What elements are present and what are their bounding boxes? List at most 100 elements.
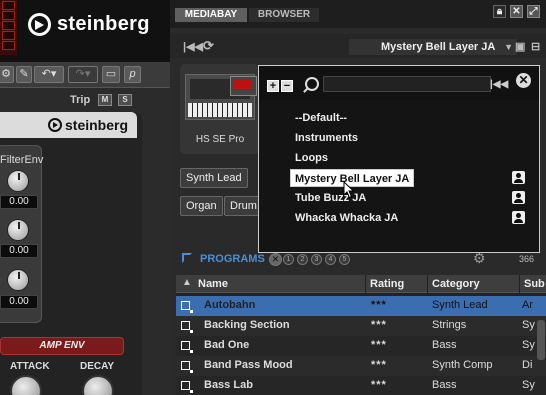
previous-icon[interactable]: |◀◀	[490, 79, 508, 90]
row-sub: Sy	[522, 339, 535, 351]
redo-button[interactable]: ↷▾	[68, 66, 98, 83]
row-category: Bass	[432, 379, 457, 391]
steinberg-logo: steinberg	[28, 13, 150, 36]
filter-env-knob-2[interactable]	[7, 219, 29, 241]
preset-name-text: Mystery Bell Layer JA	[381, 41, 496, 53]
row-sub: Sy	[522, 379, 535, 391]
row-sub: Ar	[522, 299, 533, 311]
page-1-button[interactable]: 1	[283, 254, 294, 265]
tab-browser[interactable]: BROWSER	[249, 8, 319, 22]
row-name: Bad One	[204, 339, 250, 351]
level-meter	[0, 0, 17, 55]
table-scrollbar[interactable]	[537, 320, 545, 360]
page-4-button[interactable]: 4	[325, 254, 336, 265]
row-rating: ***	[371, 359, 387, 371]
undo-button[interactable]: ↶▾	[34, 66, 64, 83]
instrument-steinberg-logo: steinberg	[48, 117, 128, 133]
instrument-brand-label: steinberg	[65, 117, 129, 133]
program-icon	[181, 301, 193, 313]
remove-folder-button[interactable]: −	[281, 80, 293, 92]
thumbnail-label: HS SE Pro	[195, 134, 245, 145]
mute-button[interactable]: M	[98, 94, 112, 106]
filter-env-knob-1[interactable]	[7, 170, 29, 192]
table-row[interactable]: Autobahn *** Synth Lead Ar	[176, 296, 546, 316]
row-name: Bass Lab	[204, 379, 253, 391]
search-icon[interactable]	[305, 77, 319, 91]
filter-env-value-3[interactable]: 0.00	[0, 295, 38, 309]
list-item[interactable]: Whacka Whacka JA	[294, 209, 398, 227]
column-sub[interactable]: Sub	[520, 275, 546, 293]
filter-env-value-1[interactable]: 0.00	[0, 195, 38, 209]
user-icon	[512, 171, 525, 184]
program-icon	[181, 361, 193, 373]
row-name: Band Pass Mood	[204, 359, 293, 371]
window-icon[interactable]: ▭	[102, 66, 120, 83]
secondary-instrument-thumbnail[interactable]	[230, 76, 257, 96]
list-item[interactable]: --Default--	[294, 109, 347, 127]
row-sub: Di	[522, 359, 533, 371]
trip-label: Trip	[70, 94, 91, 106]
tab-mediabay[interactable]: MEDIABAY	[175, 8, 247, 22]
tag-drum-button[interactable]: Drum	[224, 196, 260, 216]
column-category[interactable]: Category	[428, 275, 520, 293]
amp-env-label: AMP ENV	[0, 337, 124, 355]
list-item[interactable]: Loops	[294, 149, 328, 167]
tag-synth-lead-button[interactable]: Synth Lead	[180, 168, 248, 188]
save-icon[interactable]: ▣	[515, 40, 525, 53]
row-rating: ***	[371, 319, 387, 331]
row-category: Strings	[432, 319, 467, 331]
filter-env-label: FilterEnv	[0, 154, 44, 166]
filter-env-value-2[interactable]: 0.00	[0, 244, 38, 258]
trip-row: Trip M S	[0, 90, 170, 110]
page-3-button[interactable]: 3	[311, 254, 322, 265]
instrument-rack-panel: steinberg ⚙ ✎ ↶▾ ↷▾ ▭ p Trip M S steinbe…	[0, 0, 170, 395]
page-2-button[interactable]: 2	[297, 254, 308, 265]
brand-label: steinberg	[57, 13, 150, 35]
page-5-button[interactable]: 5	[339, 254, 350, 265]
preset-name-field[interactable]: Mystery Bell Layer JA ▼	[349, 39, 517, 55]
restore-icon[interactable]: ⤢	[527, 5, 540, 18]
table-row[interactable]: Bass Lab *** Bass Sy	[176, 376, 546, 395]
previous-preset-icon[interactable]: |◀◀	[183, 40, 203, 53]
instrument-header: steinberg	[0, 112, 137, 138]
decay-label: DECAY	[80, 361, 115, 372]
lock-icon[interactable]: 🔒︎	[493, 5, 506, 18]
row-category: Synth Lead	[432, 299, 488, 311]
user-icon	[512, 211, 525, 224]
column-name[interactable]: Name	[176, 275, 366, 293]
add-folder-button[interactable]: +	[267, 80, 279, 92]
solo-button[interactable]: S	[118, 94, 132, 106]
program-icon	[181, 321, 193, 333]
preset-folder-popup: + − |◀◀ ✕ --Default-- Instruments Loops …	[258, 65, 540, 253]
programs-icon	[182, 253, 192, 263]
list-item[interactable]: Instruments	[294, 129, 358, 147]
attack-label: ATTACK	[10, 361, 50, 372]
column-rating[interactable]: Rating	[366, 275, 428, 293]
close-icon[interactable]: ✕	[516, 73, 531, 88]
row-category: Bass	[432, 339, 457, 351]
table-row[interactable]: Band Pass Mood *** Synth Comp Di	[176, 356, 546, 376]
delete-icon[interactable]: ⊟	[531, 40, 540, 53]
sort-triangle-icon: ▲	[182, 277, 192, 288]
rack-toolbar: ⚙ ✎ ↶▾ ↷▾ ▭ p	[0, 62, 170, 88]
row-sub: Sy	[522, 319, 535, 331]
rack-menu-button[interactable]: ⚙	[0, 66, 14, 83]
table-row[interactable]: Bad One *** Bass Sy	[176, 336, 546, 356]
list-item[interactable]: Tube Buzz JA	[294, 189, 366, 207]
filter-env-knob-3[interactable]	[7, 269, 29, 291]
row-rating: ***	[371, 299, 387, 311]
programs-title: PROGRAMS	[200, 253, 265, 265]
search-input[interactable]	[323, 76, 491, 92]
p-button[interactable]: p	[124, 66, 141, 83]
mediabay-tabs: MEDIABAY BROWSER 🔒︎ ✕ ⤢	[170, 0, 546, 28]
popup-list: --Default-- Instruments Loops Mystery Be…	[259, 100, 539, 252]
reload-icon[interactable]: ⟳	[203, 38, 214, 54]
tag-organ-button[interactable]: Organ	[180, 196, 223, 216]
close-icon[interactable]: ✕	[510, 5, 523, 18]
edit-button[interactable]: ✎	[16, 66, 32, 83]
page-close-icon[interactable]: ✕	[269, 253, 282, 266]
table-row[interactable]: Backing Section *** Strings Sy	[176, 316, 546, 336]
popup-toolbar: + − |◀◀ ✕	[259, 66, 539, 100]
result-count: 366	[519, 254, 535, 264]
row-rating: ***	[371, 339, 387, 351]
